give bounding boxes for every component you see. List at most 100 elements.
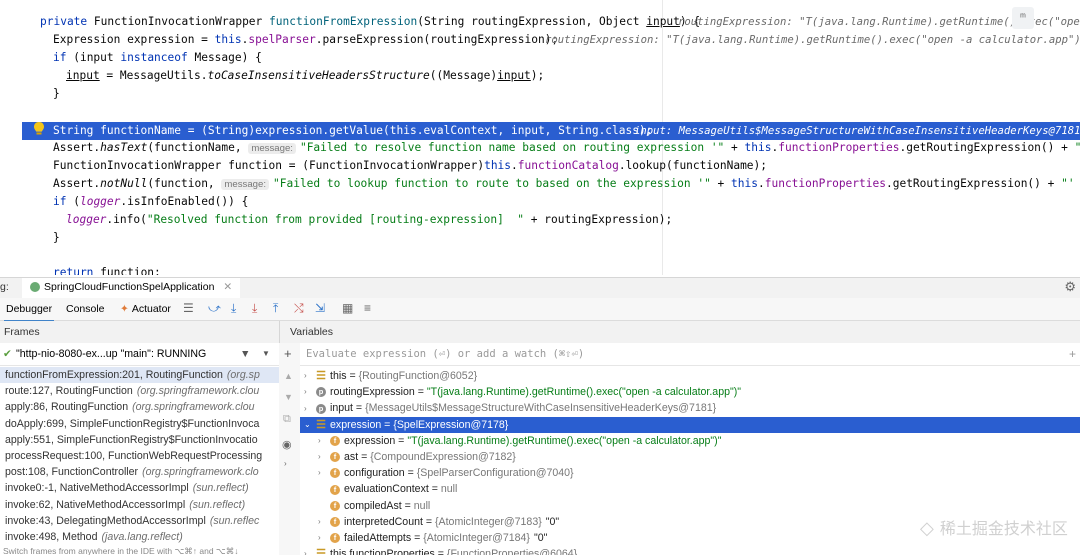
variable-value: {SpelParserConfiguration@7040} [416, 467, 574, 480]
expand-toggle-icon[interactable]: › [318, 514, 330, 530]
arrow-down-icon[interactable]: ▼ [284, 392, 293, 402]
field: logger [66, 213, 107, 226]
variable-row[interactable]: f evaluationContext = null [300, 481, 1080, 497]
more-icon[interactable]: ≡ [364, 301, 371, 315]
expand-toggle-icon[interactable]: ⌄ [304, 417, 316, 433]
frame-method: doApply:699, SimpleFunctionRegistry$Func… [5, 417, 260, 430]
variable-row[interactable]: › p routingExpression = "T(java.lang.Runti… [300, 384, 1080, 400]
expand-toggle-icon[interactable]: › [304, 368, 316, 384]
kw: instanceof [120, 51, 188, 64]
frame-method: processRequest:100, FunctionWebRequestPr… [5, 450, 263, 462]
stack-frame[interactable]: functionFromExpression:201, RoutingFunct… [0, 367, 279, 383]
stack-frame[interactable]: apply:551, SimpleFunctionRegistry$Functi… [0, 432, 279, 448]
close-icon[interactable]: ✕ [223, 281, 232, 293]
variables-panel: Evaluate expression (⏎) or add a watch (… [300, 343, 1080, 555]
code-text: Message) { [187, 51, 262, 64]
stack-frame[interactable]: apply:86, RoutingFunction (org.springfram… [0, 399, 279, 415]
expand-toggle-icon[interactable]: › [318, 465, 330, 481]
step-into-icon[interactable]: ⤓ [252, 301, 257, 316]
string-literal: "Failed to lookup function to route to b… [273, 177, 711, 190]
param-hint: message: [248, 143, 296, 154]
lightbulb-icon[interactable] [34, 122, 44, 136]
eye-icon[interactable]: ◉ [282, 438, 292, 451]
watermark: ◇ 稀土掘金技术社区 [920, 515, 1068, 539]
tab-label: Actuator [131, 303, 171, 315]
field-icon: f [330, 517, 340, 527]
field-icon: f [330, 484, 340, 495]
variable-value: {AtomicInteger@7183} [435, 515, 542, 528]
variable-name: configuration [344, 467, 405, 480]
tab-console[interactable]: Console [66, 298, 105, 320]
variable-row[interactable]: › p input = {MessageUtils$MessageStructure… [300, 400, 1080, 416]
stack-frame[interactable]: invoke0:-1, NativeMethodAccessorImpl (sun… [0, 480, 279, 496]
variable-name: ast [344, 451, 359, 463]
variable-row[interactable]: ⌄ ☰ expression = {SpelExpression@7178} [300, 416, 1080, 433]
tab-debug-session[interactable]: SpringCloudFunctionSpelApplication ✕ [22, 278, 241, 300]
variable-value: {RoutingFunction@6052} [358, 370, 478, 382]
variable-row[interactable]: › ☰ this.functionProperties = {FunctionPro… [300, 546, 1080, 555]
code-editor[interactable]: private FunctionInvocationWrapper functi… [0, 0, 1080, 275]
variable-value: null [413, 499, 431, 512]
object-icon: ☰ [316, 418, 326, 431]
stack-frame[interactable]: processRequest:100, FunctionWebRequestPr… [0, 448, 279, 464]
expand-icon[interactable]: › [284, 459, 287, 468]
layout-icon[interactable]: ☰ [183, 301, 194, 315]
kw: this [214, 33, 242, 46]
thread-selector[interactable]: ✔ "http-nio-8080-ex...up "main": RUNNING… [0, 343, 279, 366]
variable-string-value: "0" [545, 515, 560, 528]
divider [279, 321, 280, 343]
tab-debugger[interactable]: Debugger [4, 298, 55, 322]
show-execution-point-icon[interactable]: ⤻ [208, 301, 221, 316]
code-line-5: } [0, 85, 1080, 103]
frames-hint: Switch frames from anywhere in the IDE w… [3, 546, 239, 555]
code-text: } [53, 87, 60, 100]
stack-frame[interactable]: post:108, FunctionController (org.springf… [0, 464, 279, 480]
chevron-down-icon[interactable]: ▼ [262, 343, 270, 365]
expand-toggle-icon[interactable]: › [304, 546, 316, 555]
expand-toggle-icon[interactable]: › [318, 449, 330, 465]
code-text: (input [66, 51, 121, 64]
field-icon: f [330, 500, 340, 511]
variable-row[interactable]: › f configuration = {SpelParserConfigurati… [300, 465, 1080, 481]
tab-actuator[interactable]: ✦ Actuator [120, 298, 171, 320]
code-text: (function, [147, 177, 222, 190]
equals-sign: = [395, 434, 408, 447]
execution-point-line: String functionName = (String)expression… [22, 122, 1080, 140]
expand-toggle-icon[interactable]: › [318, 433, 330, 449]
evaluate-expression-field[interactable]: Evaluate expression (⏎) or add a watch (… [300, 343, 1080, 366]
variable-row[interactable]: › f ast = {CompoundExpression@7182} [300, 449, 1080, 465]
variable-name: expression [330, 418, 382, 431]
arrow-up-icon[interactable]: ▲ [284, 371, 293, 381]
add-icon[interactable]: + [1069, 343, 1076, 365]
variable-row[interactable]: f compiledAst = null [300, 498, 1080, 514]
evaluate-icon[interactable]: ▦ [342, 301, 353, 315]
run-to-cursor-icon[interactable]: ⇲ [315, 301, 325, 315]
filter-icon[interactable]: ▼ [240, 343, 251, 365]
equals-sign: = [411, 532, 424, 544]
stack-frame[interactable]: invoke:498, Method (java.lang.reflect) [0, 529, 279, 545]
drop-frame-icon[interactable]: ⤭ [294, 301, 304, 316]
stack-frame[interactable]: route:127, RoutingFunction (org.springfra… [0, 383, 279, 399]
variable-row[interactable]: › ☰ this = {RoutingFunction@6052} [300, 368, 1080, 384]
code-text: .getRoutingExpression() + [899, 141, 1075, 154]
expand-toggle-icon[interactable]: › [304, 401, 316, 417]
code-text: ); [530, 69, 545, 82]
step-over-icon[interactable]: ⤓ [231, 301, 236, 316]
variable-value: {SpelExpression@7178} [393, 418, 509, 431]
gear-icon[interactable]: ⚙ [1064, 279, 1076, 295]
expand-toggle-icon[interactable]: › [318, 530, 330, 546]
variable-row[interactable]: › f expression = "T(java.lang.Runtime).get… [300, 433, 1080, 449]
copy-icon[interactable]: ⧉ [283, 413, 291, 426]
step-out-icon[interactable]: ⤒ [273, 301, 278, 316]
expand-toggle-icon[interactable]: › [304, 384, 316, 400]
stack-frame[interactable]: invoke:62, NativeMethodAccessorImpl (sun.… [0, 497, 279, 513]
code-text: .getRoutingExpression() + [885, 177, 1062, 190]
code-line-4: input = MessageUtils.toCaseInsensitiveHe… [0, 67, 1080, 85]
param: input [646, 15, 680, 28]
string-literal: "Resolved function from provided [routin… [146, 213, 525, 226]
frame-method: apply:551, SimpleFunctionRegistry$Functi… [5, 433, 258, 446]
stack-frame[interactable]: doApply:699, SimpleFunctionRegistry$Func… [0, 416, 279, 432]
stack-frame[interactable]: invoke:43, DelegatingMethodAccessorImpl(… [0, 513, 279, 529]
cursor-label: ᵐ [1020, 12, 1026, 23]
add-watch-icon[interactable]: + [284, 346, 292, 361]
